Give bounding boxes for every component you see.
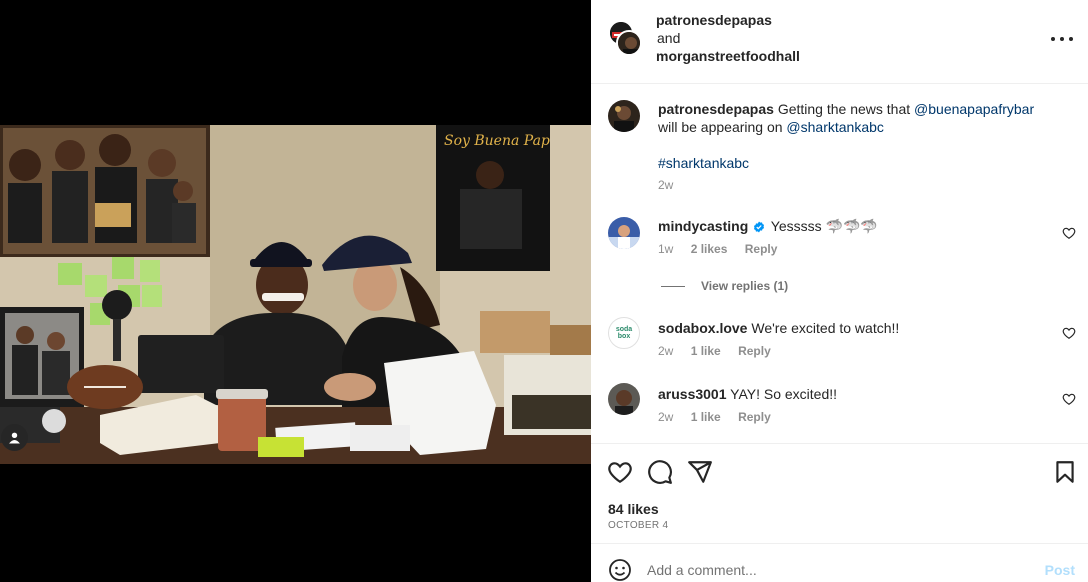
comment-meta: 2w 1 like Reply bbox=[658, 409, 1053, 425]
verified-badge-icon bbox=[754, 221, 765, 233]
comment-time[interactable]: 2w bbox=[658, 344, 673, 358]
caption-meta: 2w bbox=[658, 177, 1053, 193]
comment-body: sodabox.love We're excited to watch!! 2w… bbox=[658, 319, 1053, 359]
author-name-2[interactable]: morganstreetfoodhall bbox=[656, 47, 800, 65]
soda-logo-text: soda box bbox=[615, 326, 633, 340]
comments-section[interactable]: patronesdepapas Getting the news that @b… bbox=[591, 85, 1088, 442]
comment-icon[interactable] bbox=[647, 459, 673, 485]
post-comment-button[interactable]: Post bbox=[1045, 562, 1075, 578]
reply-button[interactable]: Reply bbox=[738, 410, 771, 424]
comment-row: aruss3001 YAY! So excited!! 2w 1 like Re… bbox=[591, 382, 1088, 432]
post-actions: 84 likes OCTOBER 4 bbox=[591, 443, 1088, 543]
view-replies-button[interactable]: View replies (1) bbox=[661, 279, 788, 293]
reply-button[interactable]: Reply bbox=[738, 344, 771, 358]
divider-line bbox=[661, 285, 685, 287]
comment-text: Yesssss 🦈🦈🦈 bbox=[770, 218, 878, 234]
avatar[interactable] bbox=[608, 100, 640, 132]
caption-row: patronesdepapas Getting the news that @b… bbox=[591, 99, 1088, 209]
caption-time[interactable]: 2w bbox=[658, 178, 673, 192]
avatar[interactable]: soda box bbox=[608, 317, 640, 349]
likes-count[interactable]: 84 likes bbox=[608, 501, 659, 517]
comment-time[interactable]: 2w bbox=[658, 410, 673, 424]
comment-likes[interactable]: 1 like bbox=[691, 410, 721, 424]
author-name-1[interactable]: patronesdepapas bbox=[656, 11, 800, 29]
caption-username[interactable]: patronesdepapas bbox=[658, 101, 774, 117]
avatar[interactable] bbox=[608, 383, 640, 415]
caption-text: Getting the news that bbox=[777, 101, 911, 117]
post-authors: patronesdepapas and morganstreetfoodhall bbox=[656, 11, 800, 65]
comment-username[interactable]: aruss3001 bbox=[658, 386, 727, 402]
comment-row: mindycasting Yesssss 🦈🦈🦈 1w 2 likes Repl… bbox=[591, 216, 1088, 276]
bookmark-icon[interactable] bbox=[1052, 459, 1078, 485]
svg-text:Soy Buena Pap: Soy Buena Pap bbox=[444, 133, 550, 149]
comment-username[interactable]: mindycasting bbox=[658, 218, 748, 234]
heart-icon[interactable] bbox=[1062, 326, 1076, 340]
collab-avatars[interactable] bbox=[608, 20, 642, 56]
comment-text: YAY! So excited!! bbox=[730, 386, 838, 402]
user-tag-icon bbox=[9, 432, 20, 444]
photo-illustration: Soy Buena Pap bbox=[0, 125, 591, 464]
comment-body: mindycasting Yesssss 🦈🦈🦈 1w 2 likes Repl… bbox=[658, 217, 1053, 257]
more-icon bbox=[1051, 37, 1073, 41]
comment-time[interactable]: 1w bbox=[658, 242, 673, 256]
comment-body: aruss3001 YAY! So excited!! 2w 1 like Re… bbox=[658, 385, 1053, 425]
comment-text: We're excited to watch!! bbox=[751, 320, 900, 336]
caption-body: patronesdepapas Getting the news that @b… bbox=[658, 100, 1053, 193]
comment-likes[interactable]: 2 likes bbox=[691, 242, 728, 256]
mention-link[interactable]: @sharktankabc bbox=[786, 119, 883, 135]
share-icon[interactable] bbox=[687, 459, 713, 485]
post-date[interactable]: OCTOBER 4 bbox=[608, 520, 668, 531]
hashtag-line: #sharktankabc bbox=[658, 154, 1053, 172]
post-header: patronesdepapas and morganstreetfoodhall bbox=[591, 0, 1088, 84]
comment-meta: 2w 1 like Reply bbox=[658, 343, 1053, 359]
mention-link[interactable]: @buenapapafrybar bbox=[914, 101, 1034, 117]
avatar[interactable] bbox=[608, 217, 640, 249]
add-comment-bar: Post bbox=[591, 543, 1088, 582]
comment-input[interactable] bbox=[647, 558, 1027, 582]
author-conjunction: and bbox=[657, 30, 681, 46]
more-options-button[interactable] bbox=[1051, 29, 1073, 49]
avatar bbox=[616, 30, 642, 56]
post-media: Soy Buena Pap bbox=[0, 0, 591, 582]
comment-meta: 1w 2 likes Reply bbox=[658, 241, 1053, 257]
heart-icon[interactable] bbox=[607, 459, 633, 485]
post-sidebar: patronesdepapas and morganstreetfoodhall… bbox=[591, 0, 1088, 582]
heart-icon[interactable] bbox=[1062, 392, 1076, 406]
comment-row: soda box sodabox.love We're excited to w… bbox=[591, 316, 1088, 366]
comment-likes[interactable]: 1 like bbox=[691, 344, 721, 358]
user-tag-button[interactable] bbox=[1, 424, 28, 451]
hashtag-link[interactable]: #sharktankabc bbox=[658, 155, 749, 171]
comment-username[interactable]: sodabox.love bbox=[658, 320, 747, 336]
post-photo[interactable]: Soy Buena Pap bbox=[0, 125, 591, 464]
caption-text: will be appearing on bbox=[658, 119, 783, 135]
heart-icon[interactable] bbox=[1062, 226, 1076, 240]
reply-button[interactable]: Reply bbox=[745, 242, 778, 256]
emoji-icon[interactable] bbox=[608, 558, 632, 582]
view-replies-label: View replies (1) bbox=[701, 279, 789, 293]
